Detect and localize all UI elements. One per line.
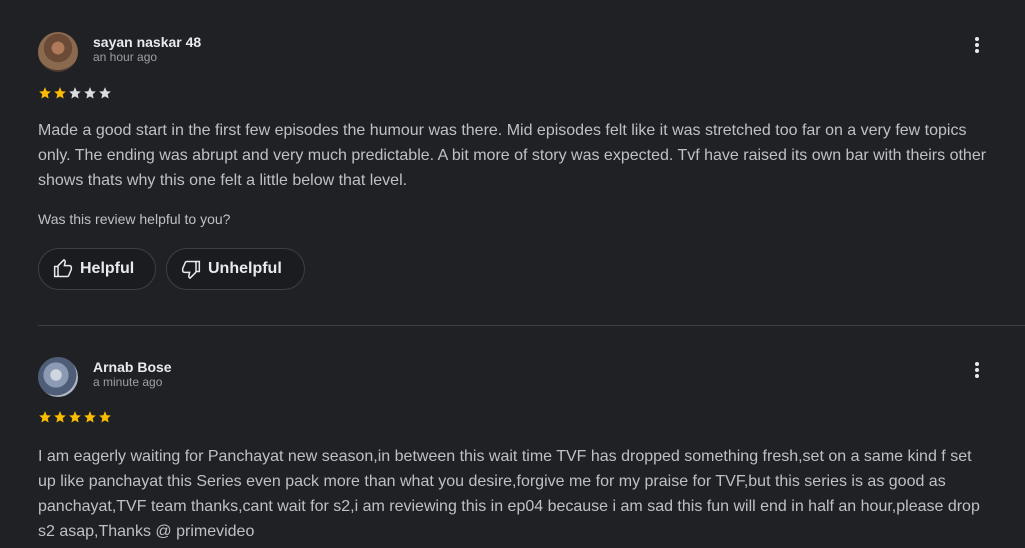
star-filled-icon (39, 87, 51, 99)
thumbs-down-icon (181, 260, 201, 279)
star-rating (38, 86, 112, 102)
star-empty-icon (99, 87, 111, 99)
more-vert-icon (975, 362, 979, 378)
more-options-button[interactable] (967, 359, 987, 381)
helpful-question: Was this review helpful to you? (38, 211, 231, 227)
review-header: sayan naskar 48 an hour ago (38, 32, 988, 72)
thumbs-up-icon (53, 259, 73, 278)
star-filled-icon (54, 87, 66, 99)
avatar[interactable] (38, 357, 78, 397)
review-card: Arnab Bose a minute ago I am eagerly wai… (38, 357, 988, 540)
star-empty-icon (84, 87, 96, 99)
star-filled-icon (84, 411, 96, 423)
helpful-button[interactable]: Helpful (38, 248, 156, 290)
star-filled-icon (69, 411, 81, 423)
helpful-label: Helpful (80, 260, 135, 277)
star-filled-icon (54, 411, 66, 423)
review-time: a minute ago (93, 375, 163, 389)
star-filled-icon (99, 411, 111, 423)
star-rating (38, 410, 112, 426)
review-header: Arnab Bose a minute ago (38, 357, 988, 397)
more-options-button[interactable] (967, 34, 987, 56)
reviewer-name: sayan naskar 48 (93, 34, 202, 50)
review-card: sayan naskar 48 an hour ago Made a good … (38, 32, 988, 290)
avatar[interactable] (38, 32, 78, 72)
review-divider (38, 325, 1025, 326)
review-text: Made a good start in the first few episo… (38, 122, 987, 189)
star-empty-icon (69, 87, 81, 99)
review-text: I am eagerly waiting for Panchayat new s… (38, 448, 980, 540)
star-filled-icon (39, 411, 51, 423)
review-time: an hour ago (93, 50, 158, 64)
more-vert-icon (975, 37, 979, 53)
reviewer-name: Arnab Bose (93, 359, 172, 375)
unhelpful-button[interactable]: Unhelpful (166, 248, 305, 290)
unhelpful-label: Unhelpful (208, 260, 282, 277)
